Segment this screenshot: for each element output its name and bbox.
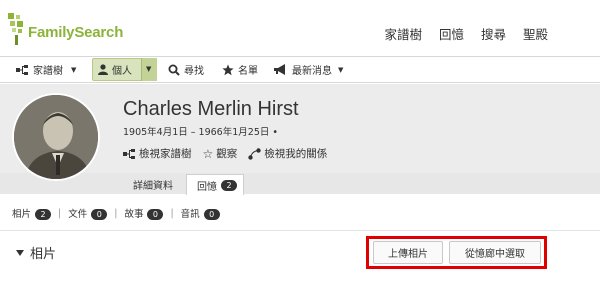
search-icon — [168, 64, 180, 76]
star-outline-icon: ☆ — [202, 146, 214, 161]
filter-stories[interactable]: 故事 0 — [124, 206, 164, 220]
collapse-triangle-icon — [16, 249, 24, 256]
menu-list[interactable]: 名單 — [222, 57, 258, 82]
menu-find[interactable]: 尋找 — [168, 57, 204, 82]
top-bar: FamilySearch 家譜樹 回憶 搜尋 聖殿 — [0, 0, 600, 56]
filter-stories-count: 0 — [147, 209, 164, 220]
person-portrait[interactable] — [12, 93, 100, 181]
sub-menu-bar: 家譜樹 ▼ ▼ 個人 尋找 名單 最新消息 ▼ — [0, 56, 600, 83]
person-lifespan: 1905年4月1日 – 1966年1月25日 • — [123, 127, 278, 138]
person-dropdown-toggle[interactable]: ▼ — [141, 58, 157, 81]
select-from-gallery-button[interactable]: 從憶廊中選取 — [449, 241, 541, 264]
nav-memories[interactable]: 回憶 — [439, 24, 464, 43]
brand-name[interactable]: FamilySearch — [28, 24, 123, 41]
chevron-down-icon: ▼ — [146, 65, 152, 73]
person-actions: 檢視家譜樹 ☆ 觀察 檢視我的關係 — [123, 146, 327, 161]
nav-temple[interactable]: 聖殿 — [523, 24, 548, 43]
menu-news-label: 最新消息 — [292, 66, 332, 77]
filter-documents[interactable]: 文件 0 — [68, 206, 108, 220]
tree-icon — [16, 64, 28, 75]
top-navigation: 家譜樹 回憶 搜尋 聖殿 — [384, 24, 548, 43]
familysearch-logo-icon[interactable] — [8, 12, 30, 46]
chevron-down-icon: ▼ — [71, 65, 77, 74]
photos-section-header[interactable]: 相片 — [16, 243, 56, 262]
star-icon — [222, 64, 234, 75]
filter-separator: | — [58, 207, 62, 219]
view-relationship-link[interactable]: 檢視我的關係 — [248, 146, 327, 161]
nav-search[interactable]: 搜尋 — [481, 24, 506, 43]
tree-icon — [123, 148, 135, 159]
tabs-band — [0, 173, 600, 194]
watch-label: 觀察 — [216, 148, 238, 160]
upload-photo-button[interactable]: 上傳相片 — [373, 241, 443, 264]
tab-details[interactable]: 詳細資料 — [133, 174, 173, 195]
view-tree-link[interactable]: 檢視家譜樹 — [123, 146, 192, 161]
person-icon — [98, 64, 108, 75]
view-relationship-label: 檢視我的關係 — [264, 148, 328, 160]
view-tree-label: 檢視家譜樹 — [139, 148, 192, 160]
relationship-icon — [248, 147, 261, 160]
menu-person-label: 個人 — [112, 66, 132, 77]
menu-tree[interactable]: 家譜樹 ▼ — [16, 57, 76, 82]
memory-type-filters: 相片 2 | 文件 0 | 故事 0 | 音訊 0 — [12, 206, 220, 220]
portrait-photo-icon — [14, 95, 98, 179]
tab-memories[interactable]: 回憶 2 — [186, 174, 244, 195]
menu-person[interactable]: 個人 — [98, 57, 132, 82]
filter-audio-count: 0 — [203, 209, 220, 220]
filter-audio[interactable]: 音訊 0 — [181, 206, 220, 220]
filter-documents-count: 0 — [91, 209, 108, 220]
tab-details-label: 詳細資料 — [133, 181, 173, 192]
nav-family-tree[interactable]: 家譜樹 — [384, 24, 422, 43]
person-name: Charles Merlin Hirst — [123, 98, 299, 120]
watch-link[interactable]: ☆ 觀察 — [203, 146, 238, 161]
photos-section-title: 相片 — [30, 247, 57, 262]
filter-photos[interactable]: 相片 2 — [12, 206, 52, 220]
menu-tree-label: 家譜樹 — [33, 66, 63, 77]
megaphone-icon — [274, 64, 285, 75]
menu-find-label: 尋找 — [184, 66, 204, 77]
filter-separator: | — [114, 207, 118, 219]
menu-news[interactable]: 最新消息 ▼ — [274, 57, 343, 82]
tab-memories-label: 回憶 — [197, 181, 217, 193]
chevron-down-icon: ▼ — [338, 65, 344, 74]
memories-count-badge: 2 — [221, 179, 237, 191]
section-divider — [0, 230, 600, 231]
menu-list-label: 名單 — [238, 66, 258, 77]
filter-separator: | — [170, 207, 174, 219]
filter-photos-count: 2 — [35, 209, 52, 220]
